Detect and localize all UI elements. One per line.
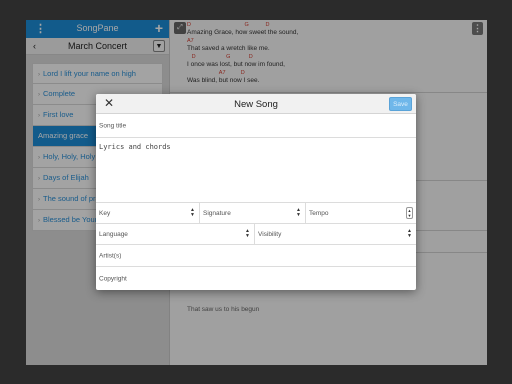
select-arrows-icon: ▲ ▼ [245, 228, 250, 239]
song-title-placeholder: Song title [99, 122, 127, 129]
copyright-input[interactable]: Copyright [96, 267, 416, 290]
copyright-placeholder: Copyright [99, 275, 127, 282]
visibility-select[interactable]: Visibility ▲ ▼ [255, 224, 416, 245]
signature-select[interactable]: Signature ▲ ▼ [200, 203, 306, 224]
key-label: Key [99, 210, 111, 217]
new-song-dialog: ✕ New Song Save Song title Lyrics and ch… [96, 94, 416, 290]
stepper-icon[interactable]: ▲ ▼ [406, 207, 413, 219]
select-arrows-icon: ▲ ▼ [407, 228, 412, 239]
artist-input[interactable]: Artist(s) [96, 245, 416, 267]
key-select[interactable]: Key ▲ ▼ [96, 203, 200, 224]
save-button[interactable]: Save [389, 97, 412, 111]
tempo-label: Tempo [309, 210, 329, 217]
song-title-input[interactable]: Song title [96, 114, 416, 138]
language-label: Language [99, 231, 128, 238]
lyrics-placeholder: Lyrics and chords [99, 143, 171, 151]
dialog-header: ✕ New Song Save [96, 94, 416, 114]
select-arrows-icon: ▲ ▼ [190, 207, 195, 218]
visibility-label: Visibility [258, 231, 282, 238]
artist-placeholder: Artist(s) [99, 252, 122, 259]
language-select[interactable]: Language ▲ ▼ [96, 224, 255, 245]
language-visibility-row: Language ▲ ▼ Visibility ▲ ▼ [96, 224, 416, 245]
tempo-stepper[interactable]: Tempo ▲ ▼ [306, 203, 416, 224]
lyrics-textarea[interactable]: Lyrics and chords [96, 138, 416, 203]
key-signature-tempo-row: Key ▲ ▼ Signature ▲ ▼ Tempo ▲ ▼ [96, 203, 416, 224]
select-arrows-icon: ▲ ▼ [296, 207, 301, 218]
signature-label: Signature [203, 210, 231, 217]
dialog-title: New Song [234, 99, 278, 110]
